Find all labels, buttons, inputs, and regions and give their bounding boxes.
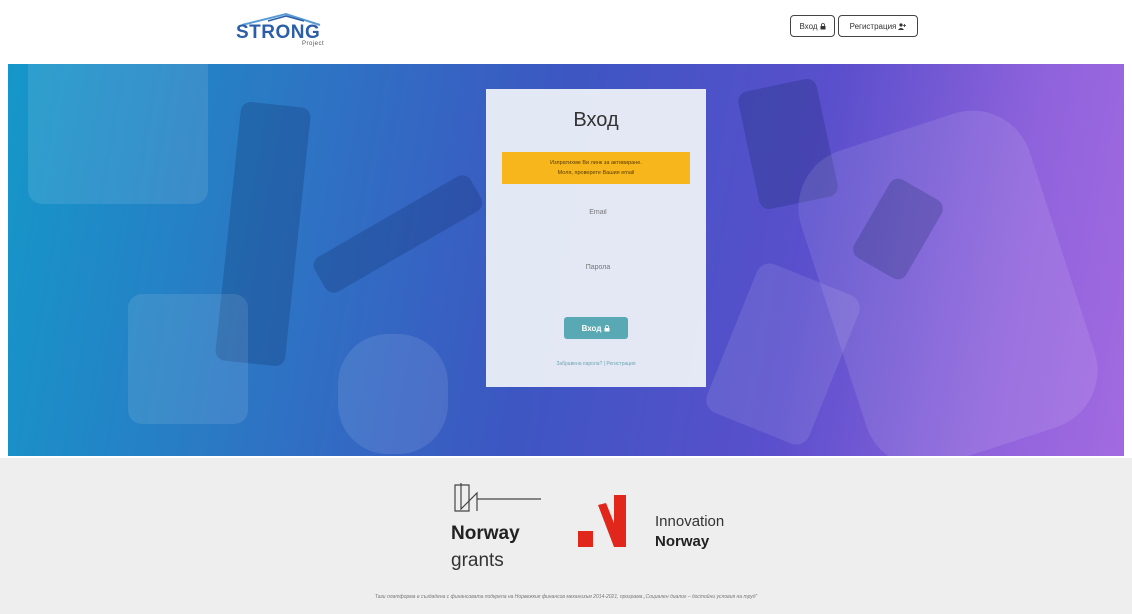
login-title: Вход (573, 109, 619, 131)
site-header: STRONG Project Вход Регистрация (0, 0, 1132, 62)
header-register-button[interactable]: Регистрация (838, 15, 918, 37)
card-links: Забравена парола? | Регистрация (486, 361, 706, 367)
lock-icon (604, 324, 610, 331)
strong-logo[interactable]: STRONG Project (232, 8, 332, 48)
header-login-label: Вход (799, 21, 818, 31)
footer-disclaimer: Тази платформа е създадена с финансовата… (374, 594, 758, 600)
footer (0, 458, 1132, 614)
login-submit-button[interactable]: Вход (564, 317, 628, 339)
norway-grants-word-1: Norway (451, 523, 520, 544)
forgot-password-link[interactable]: Забравена парола? (556, 361, 602, 367)
hero-shape (338, 334, 448, 454)
hero-shape (28, 64, 208, 204)
innovation-norway-word-1: Innovation (655, 513, 725, 530)
hero-shape (310, 171, 486, 297)
user-plus-icon (898, 22, 907, 30)
norway-grants-word-2: grants (451, 550, 504, 571)
alert-line: Изпратихме Ви линк за активиране. (550, 160, 642, 166)
hero-shape (782, 94, 1114, 456)
alert-line: Моля, проверете Вашия email (557, 170, 635, 176)
norway-grants-logo-icon (454, 483, 541, 512)
innovation-norway-word-2: Norway (655, 533, 710, 550)
activation-alert: Изпратихме Ви линк за активиране. Моля, … (502, 152, 690, 184)
header-register-label: Регистрация (849, 21, 897, 31)
email-field[interactable] (514, 204, 682, 220)
login-card: Вход Изпратихме Ви линк за активиране. М… (486, 89, 706, 387)
register-link[interactable]: Регистрация (606, 361, 635, 367)
hero-shape (128, 294, 248, 424)
header-login-button[interactable]: Вход (790, 15, 835, 37)
logo-subtitle: Project (302, 41, 325, 47)
innovation-norway-logo-icon (578, 495, 626, 547)
lock-icon (820, 22, 826, 29)
login-submit-label: Вход (581, 323, 602, 333)
password-field[interactable] (514, 259, 682, 275)
